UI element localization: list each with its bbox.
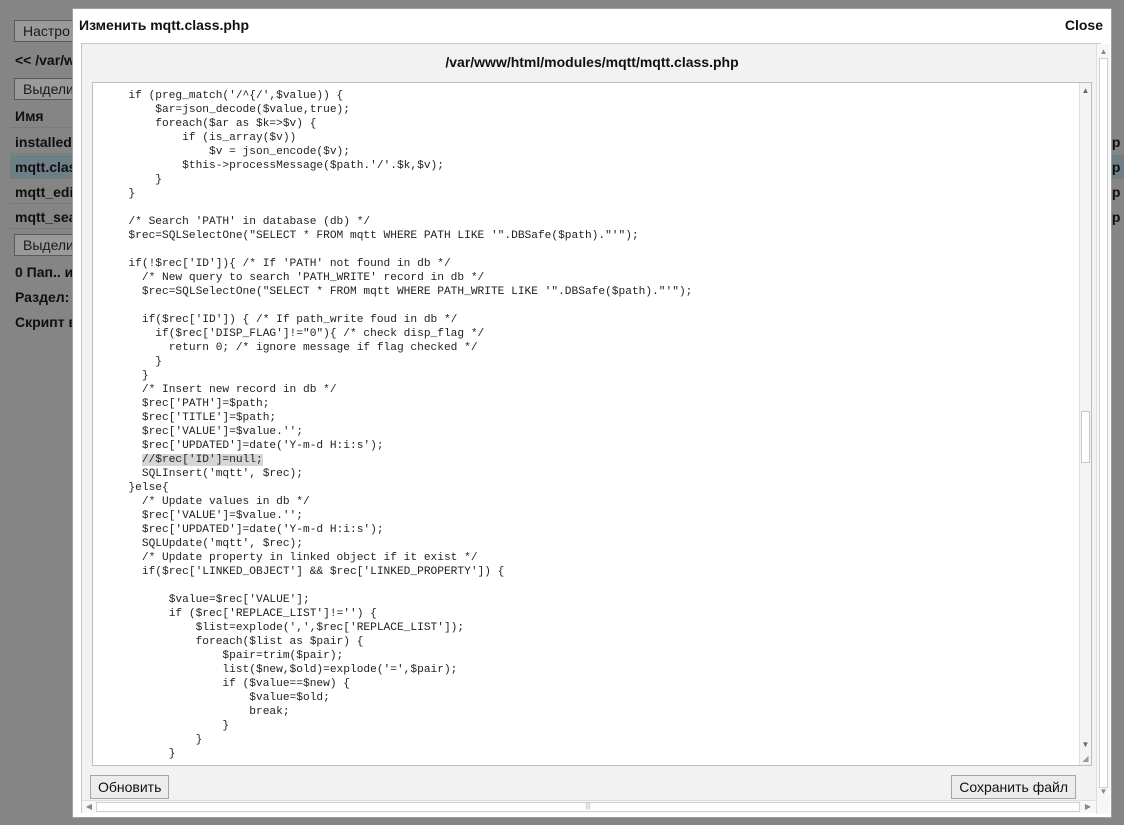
- code-block-before: if (preg_match('/^{/',$value)) { $ar=jso…: [128, 90, 693, 452]
- editor-vertical-scrollbar[interactable]: ▲ ▼ ◢: [1079, 83, 1091, 765]
- dialog-vertical-scrollbar[interactable]: ▲ ▼: [1096, 44, 1110, 814]
- scroll-right-icon[interactable]: ▶: [1082, 801, 1094, 813]
- bg-info-folders: 0 Пап.. и: [15, 264, 74, 280]
- file-path-heading: /var/www/html/modules/mqtt/mqtt.class.ph…: [445, 54, 739, 70]
- resize-grip-icon[interactable]: ◢: [1080, 753, 1091, 765]
- refresh-button[interactable]: Обновить: [90, 775, 170, 799]
- save-file-button[interactable]: Сохранить файл: [951, 775, 1076, 799]
- bg-path-link[interactable]: << /var/w: [10, 48, 80, 72]
- dialog-hscroll-thumb[interactable]: |||: [96, 802, 1080, 812]
- scroll-down-icon[interactable]: ▼: [1080, 739, 1091, 751]
- bg-info-section: Раздел:: [15, 289, 70, 305]
- code-block-after: SQLInsert('mqtt', $rec); }else{ /* Updat…: [128, 468, 505, 760]
- scroll-up-icon[interactable]: ▲: [1080, 85, 1091, 97]
- edit-file-dialog: Изменить mqtt.class.php Close /var/www/h…: [72, 8, 1112, 818]
- code-editor[interactable]: if (preg_match('/^{/',$value)) { $ar=jso…: [92, 82, 1092, 766]
- editor-scroll-thumb[interactable]: [1081, 411, 1090, 463]
- scroll-left-icon[interactable]: ◀: [83, 801, 95, 813]
- dialog-horizontal-scrollbar[interactable]: ◀ ||| ▶: [82, 800, 1096, 813]
- bg-file-row[interactable]: installed: [10, 130, 80, 154]
- dialog-title: Изменить mqtt.class.php: [79, 17, 250, 33]
- bg-info-script: Скрипт в: [15, 314, 78, 330]
- bg-file-row[interactable]: mqtt_sea: [10, 205, 80, 229]
- bg-file-row[interactable]: mqtt_edi: [10, 180, 80, 204]
- code-highlighted-line: //$rec['ID']=null;: [141, 454, 263, 466]
- bg-file-row-selected[interactable]: mqtt.clas: [10, 155, 80, 179]
- scroll-down-icon[interactable]: ▼: [1097, 786, 1110, 798]
- dialog-content-frame: /var/www/html/modules/mqtt/mqtt.class.ph…: [81, 43, 1110, 814]
- dialog-scroll-thumb[interactable]: [1099, 58, 1108, 788]
- bg-column-header-name: Имя: [10, 104, 80, 128]
- scroll-up-icon[interactable]: ▲: [1097, 46, 1110, 58]
- code-text: if (preg_match('/^{/',$value)) { $ar=jso…: [115, 89, 692, 761]
- close-button[interactable]: Close: [1065, 17, 1103, 33]
